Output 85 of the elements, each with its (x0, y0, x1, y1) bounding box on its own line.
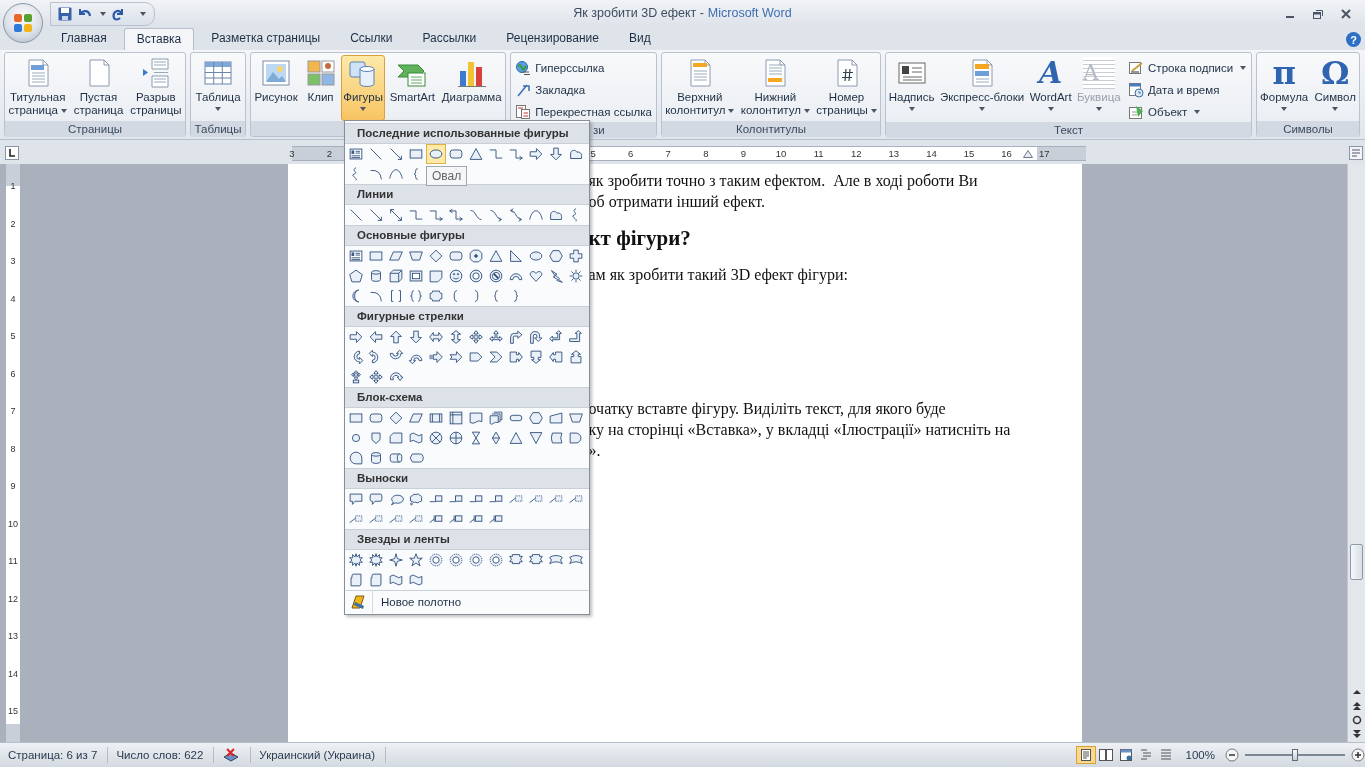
ruler-number: 8 (703, 148, 709, 159)
group-label: Колонтитулы (662, 121, 880, 137)
ruler-number: 16 (1001, 148, 1012, 159)
ribbon-button[interactable]: Разрыв страницы (128, 55, 184, 121)
window-title: Як зробити 3D ефект - (573, 6, 704, 20)
ruler-number: 3 (289, 148, 295, 159)
ribbon-button[interactable]: Нижний колонтитул (738, 55, 812, 121)
section-header: Основные фигуры (345, 225, 589, 246)
ribbon-button[interactable]: Рисунок (252, 55, 300, 121)
ribbon-tab[interactable]: Рассылки (409, 27, 490, 50)
ruler-number: 1 (9, 180, 17, 193)
ruler-number: 14 (7, 667, 19, 681)
section-header: Выноски (345, 468, 589, 489)
app-name: Microsoft Word (707, 6, 792, 20)
section-header: Фигурные стрелки (345, 306, 589, 327)
ruler-number: 7 (9, 405, 17, 418)
group-label: Текст (886, 122, 1251, 138)
group-label: Страницы (5, 121, 185, 137)
ribbon-button[interactable]: Диаграмма (439, 55, 504, 121)
ribbon-button[interactable]: Гиперссылка (511, 57, 609, 78)
section-header: Звезды и ленты (345, 529, 589, 550)
group-label: Таблицы (191, 121, 245, 137)
ruler-number: 15 (7, 705, 19, 718)
ruler-number: 10 (7, 517, 19, 531)
ruler-number: 2 (9, 217, 17, 231)
ribbon-tab[interactable]: Вставка (123, 28, 195, 50)
tooltip: Овал (426, 166, 468, 186)
ruler-number: 5 (9, 330, 17, 343)
ribbon-button[interactable]: Надпись (886, 55, 937, 121)
ribbon-button[interactable]: Закладка (511, 79, 590, 100)
ruler-number: 13 (888, 148, 900, 159)
pi-icon: π (1268, 57, 1301, 89)
language-indicator[interactable]: Украинский (Украина) (251, 747, 386, 763)
heading-text: кт фігури? (588, 225, 692, 251)
ribbon-button[interactable]: Таблица (193, 55, 243, 121)
ruler-number: 14 (926, 148, 937, 159)
ruler-number: 9 (9, 480, 17, 493)
ribbon-button[interactable]: Пустая страница (71, 55, 126, 121)
menu-item[interactable]: Новое полотно (345, 590, 589, 614)
ruler-number: 6 (9, 367, 17, 381)
ribbon-tab[interactable]: Рецензирование (493, 27, 612, 50)
ribbon-button[interactable]: Фигуры (341, 55, 385, 121)
ribbon-button[interactable]: Номер страницы (814, 55, 879, 121)
ribbon-button[interactable]: Верхний колонтитул (663, 55, 737, 121)
word-count[interactable]: Число слов: 622 (108, 747, 215, 763)
ribbon-button[interactable]: Объект (1124, 101, 1205, 122)
ribbon-tab[interactable]: Разметка страницы (198, 27, 334, 50)
ribbon-button[interactable]: Экспресс-блоки (937, 55, 1027, 121)
zoom-level[interactable]: 100% (1185, 749, 1215, 761)
section-header: Блок-схема (345, 387, 589, 408)
ribbon-tab[interactable]: Главная (48, 27, 120, 50)
ruler-number: 15 (963, 148, 975, 159)
drop-cap-icon: A (1082, 57, 1115, 89)
ruler-number: 5 (590, 148, 596, 159)
ruler-number: 2 (326, 148, 333, 159)
ribbon-button[interactable]: Титульная страница (6, 55, 69, 121)
ruler-number: 10 (775, 148, 787, 159)
ruler-number: 11 (813, 148, 824, 159)
wordart-icon: A (1034, 57, 1067, 89)
ribbon-button[interactable]: Строка подписи (1124, 57, 1251, 78)
ruler-number: 11 (7, 555, 19, 568)
ribbon-button[interactable]: A WordArt (1027, 55, 1074, 121)
ribbon-button[interactable]: SmartArt (387, 55, 438, 121)
ruler-number: 12 (7, 592, 19, 606)
omega-icon: Ω (1319, 57, 1352, 89)
ruler-number: 17 (1038, 148, 1050, 159)
help-icon[interactable]: ? (1346, 32, 1361, 47)
ruler-number: 9 (740, 148, 747, 159)
ruler-number: 6 (628, 148, 634, 159)
section-header: Линии (345, 184, 589, 205)
ruler-number: 4 (9, 292, 17, 306)
ribbon-button[interactable]: Клип (302, 55, 339, 121)
ribbon-button[interactable]: Дата и время (1124, 79, 1224, 100)
ruler-number: 12 (850, 148, 862, 159)
ruler-number: 13 (7, 630, 19, 643)
section-header: Последние использованные фигуры (345, 123, 589, 144)
ribbon-button[interactable]: Ω Символ (1312, 55, 1358, 121)
group-label: Символы (1257, 121, 1359, 137)
ruler-number: 7 (665, 148, 671, 159)
ruler-number: 8 (9, 442, 17, 456)
ribbon-tab[interactable]: Ссылки (337, 27, 406, 50)
ribbon-tab[interactable]: Вид (615, 27, 664, 50)
ruler-number: 3 (9, 255, 17, 268)
page-count[interactable]: Страница: 6 из 7 (0, 747, 109, 763)
ribbon-button[interactable]: π Формула (1258, 55, 1311, 121)
